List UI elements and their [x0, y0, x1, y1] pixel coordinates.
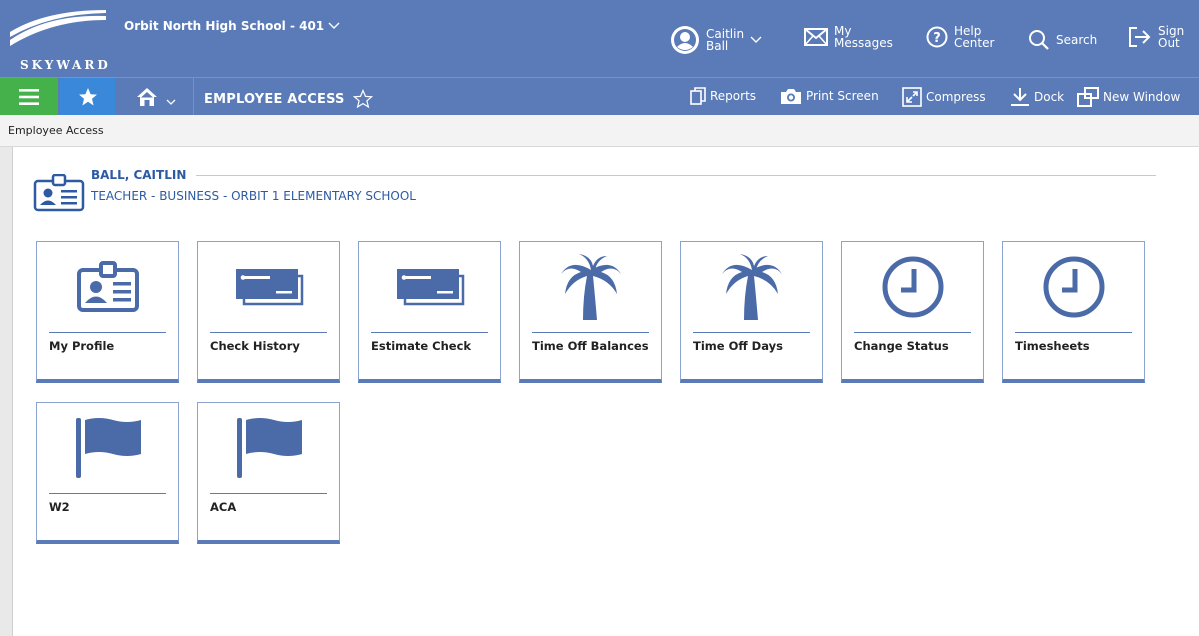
help-center-button[interactable]: ? Help Center — [926, 25, 994, 49]
user-menu[interactable]: Caitlin Ball — [670, 25, 762, 55]
employee-badge-icon — [33, 174, 85, 212]
svg-text:?: ? — [933, 31, 941, 46]
tile-divider — [854, 332, 971, 333]
tile-divider — [210, 332, 327, 333]
tile-estimate-check[interactable]: Estimate Check — [358, 241, 501, 383]
header-divider — [196, 175, 1156, 176]
tile-w2[interactable]: W2 — [36, 402, 179, 544]
main-panel: BALL, CAITLIN TEACHER - BUSINESS - ORBIT… — [12, 147, 1199, 636]
tile-divider — [532, 332, 649, 333]
id-card-icon — [76, 261, 139, 312]
dock-icon — [1011, 88, 1029, 106]
dock-label: Dock — [1034, 90, 1065, 104]
help-label-2: Center — [954, 36, 995, 50]
tile-label: Time Off Balances — [532, 339, 649, 353]
logo-text: SKYWARD — [20, 58, 111, 72]
compress-icon — [902, 87, 922, 107]
breadcrumb-item[interactable]: Employee Access — [8, 124, 104, 137]
tile-divider — [371, 332, 488, 333]
tile-change-status[interactable]: Change Status — [841, 241, 984, 383]
clock-icon — [882, 256, 943, 318]
print-screen-button[interactable]: Print Screen — [780, 87, 879, 105]
print-screen-label: Print Screen — [806, 89, 879, 103]
chevron-down-icon — [750, 36, 762, 43]
tile-divider — [49, 332, 166, 333]
home-button[interactable] — [118, 78, 194, 115]
favorites-button[interactable] — [60, 78, 115, 115]
reports-button[interactable]: Reports — [690, 87, 756, 105]
messages-button[interactable]: My Messages — [804, 25, 893, 49]
check-icon — [396, 269, 464, 306]
star-outline-icon[interactable] — [352, 89, 373, 109]
menu-button[interactable] — [0, 78, 58, 115]
tile-label: Change Status — [854, 339, 949, 353]
flag-icon — [75, 418, 141, 478]
palm-tree-icon — [721, 254, 782, 320]
tile-divider — [210, 493, 327, 494]
tile-label: Estimate Check — [371, 339, 472, 353]
breadcrumb: Employee Access — [0, 115, 1199, 147]
reports-label: Reports — [710, 89, 757, 103]
home-icon — [136, 87, 157, 106]
tile-label: Timesheets — [1015, 339, 1090, 353]
employee-name: BALL, CAITLIN — [91, 168, 187, 182]
search-label: Search — [1056, 33, 1098, 47]
tile-divider — [693, 332, 810, 333]
avatar-icon — [671, 26, 699, 54]
sign-out-icon — [1129, 27, 1151, 47]
tile-check-history[interactable]: Check History — [197, 241, 340, 383]
help-icon: ? — [926, 26, 948, 48]
school-selector[interactable]: Orbit North High School - 401 — [124, 19, 340, 33]
tile-timesheets[interactable]: Timesheets — [1002, 241, 1145, 383]
dock-button[interactable]: Dock — [1010, 87, 1064, 107]
tile-aca[interactable]: ACA — [197, 402, 340, 544]
camera-icon — [781, 89, 801, 104]
new-window-label: New Window — [1103, 90, 1181, 104]
user-last-name: Ball — [706, 39, 729, 53]
hamburger-icon — [19, 88, 39, 105]
top-header: SKYWARD Orbit North High School - 401 Ca… — [0, 0, 1199, 77]
tile-label: My Profile — [49, 339, 115, 353]
messages-label-2: Messages — [834, 36, 893, 50]
compress-label: Compress — [926, 90, 986, 104]
palm-tree-icon — [560, 254, 621, 320]
flag-icon — [236, 418, 302, 478]
clock-icon — [1043, 256, 1104, 318]
reports-icon — [690, 87, 706, 105]
tile-divider — [49, 493, 166, 494]
tile-label: ACA — [210, 500, 237, 514]
employee-role: TEACHER - BUSINESS - ORBIT 1 ELEMENTARY … — [91, 189, 416, 203]
chevron-down-icon — [328, 22, 340, 29]
school-name: Orbit North High School - 401 — [124, 19, 325, 33]
page-title: EMPLOYEE ACCESS — [204, 89, 373, 109]
tile-label: Check History — [210, 339, 300, 353]
tile-my-profile[interactable]: My Profile — [36, 241, 179, 383]
check-icon — [235, 269, 303, 306]
nav-bar: EMPLOYEE ACCESS Reports Print Screen Com… — [0, 77, 1199, 115]
star-icon — [78, 87, 97, 105]
page-title-text: EMPLOYEE ACCESS — [204, 91, 345, 107]
tile-time-off-balances[interactable]: Time Off Balances — [519, 241, 662, 383]
sign-out-button[interactable]: Sign Out — [1128, 25, 1184, 49]
tile-label: Time Off Days — [693, 339, 783, 353]
skyward-logo[interactable]: SKYWARD — [8, 10, 112, 72]
tile-label: W2 — [49, 500, 70, 514]
search-button[interactable]: Search — [1028, 29, 1097, 51]
new-window-button[interactable]: New Window — [1077, 87, 1180, 107]
new-window-icon — [1077, 87, 1099, 107]
sign-out-label-2: Out — [1158, 36, 1180, 50]
tile-divider — [1015, 332, 1132, 333]
compress-button[interactable]: Compress — [902, 87, 986, 107]
search-icon — [1029, 30, 1049, 50]
envelope-icon — [804, 28, 828, 46]
tile-time-off-days[interactable]: Time Off Days — [680, 241, 823, 383]
chevron-down-icon — [166, 99, 175, 105]
